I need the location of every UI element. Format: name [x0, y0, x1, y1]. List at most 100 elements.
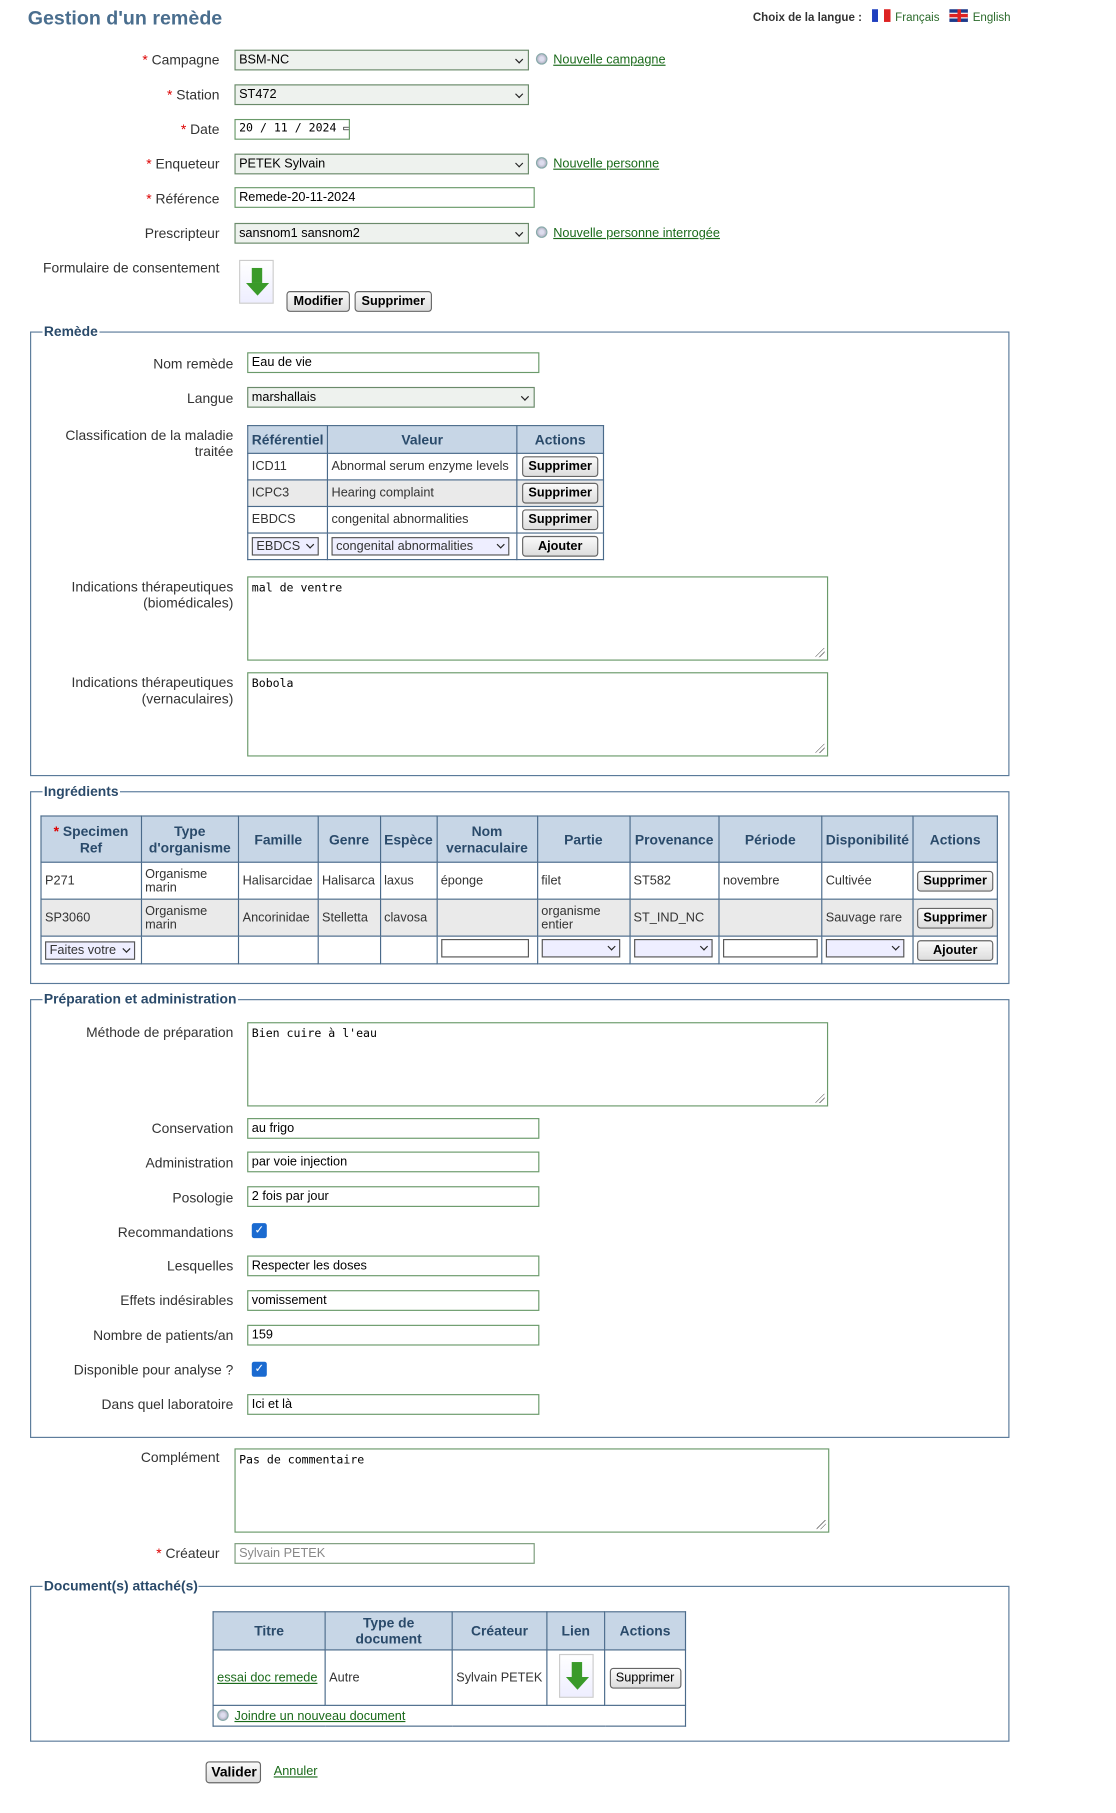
administration-input[interactable]: par voie injection	[247, 1151, 540, 1173]
english-flag-icon[interactable]	[949, 9, 969, 22]
new-personne-link[interactable]: Nouvelle personne	[535, 157, 659, 171]
page-title: Gestion d'un remède	[27, 6, 223, 29]
ingredients-table: * Specimen Ref Type d'organisme Famille …	[40, 815, 998, 965]
referentiel-select[interactable]: EBDCS	[251, 537, 319, 556]
administration-label: Administration	[145, 1155, 234, 1172]
patients-input[interactable]: 159	[247, 1324, 540, 1346]
col-valeur: Valeur	[326, 425, 518, 454]
langue-label: Langue	[187, 390, 234, 407]
reference-label: * Référence	[146, 190, 220, 207]
conservation-input[interactable]: au frigo	[247, 1118, 540, 1139]
col-actions: Actions	[604, 1611, 687, 1651]
enqueteur-select[interactable]: PETEK Sylvain	[234, 153, 529, 175]
laboratoire-input[interactable]: Ici et là	[247, 1394, 540, 1415]
annuler-link[interactable]: Annuler	[274, 1765, 318, 1779]
ind-vern-textarea[interactable]: Bobola	[247, 672, 829, 757]
posologie-label: Posologie	[172, 1189, 234, 1206]
effets-input[interactable]: vomissement	[247, 1290, 540, 1311]
recommandations-label: Recommandations	[117, 1224, 234, 1241]
add-icon	[535, 226, 548, 238]
supprimer-consentement-button[interactable]: Supprimer	[354, 291, 432, 312]
col-partie: Partie	[536, 815, 631, 863]
document-title-link[interactable]: essai doc remede	[217, 1671, 317, 1685]
col-lien: Lien	[546, 1611, 606, 1651]
reference-input[interactable]: Remede-20-11-2024	[234, 187, 535, 208]
lesquelles-input[interactable]: Respecter les doses	[247, 1255, 540, 1277]
supprimer-document-button[interactable]: Supprimer	[609, 1667, 681, 1689]
table-cell: P271	[40, 861, 142, 900]
table-cell: clavosa	[379, 898, 438, 937]
table-cell: SP3060	[40, 898, 142, 937]
supprimer-button[interactable]: Supprimer	[522, 482, 599, 504]
supprimer-button[interactable]: Supprimer	[917, 870, 994, 892]
download-icon[interactable]	[558, 1653, 594, 1698]
join-document-link[interactable]: Joindre un nouveau document	[217, 1708, 405, 1723]
specimen-select[interactable]: Faites votre	[45, 940, 136, 960]
provenance-select[interactable]	[633, 939, 713, 958]
table-cell: Organisme marin	[140, 898, 240, 937]
methode-label: Méthode de préparation	[86, 1024, 234, 1041]
createur-input: Sylvain PETEK	[234, 1543, 535, 1564]
dispo-analyse-checkbox[interactable]: ✓	[251, 1361, 267, 1377]
supprimer-button[interactable]: Supprimer	[522, 509, 599, 531]
download-icon[interactable]	[239, 259, 274, 307]
complement-label: Complément	[140, 1449, 220, 1466]
nom-vernaculaire-input[interactable]	[440, 939, 529, 958]
table-cell: Halisarcidae	[238, 861, 319, 900]
table-cell: éponge	[436, 861, 538, 900]
campagne-select[interactable]: BSM-NC	[234, 49, 529, 71]
date-label: * Date	[180, 121, 220, 138]
col-titre: Titre	[212, 1611, 326, 1651]
posologie-input[interactable]: 2 fois par jour	[247, 1186, 540, 1207]
lang-en-link[interactable]: English	[973, 12, 1011, 25]
table-cell	[718, 898, 823, 937]
nom-remede-input[interactable]: Eau de vie	[247, 352, 540, 374]
prescripteur-select[interactable]: sansnom1 sansnom2	[234, 222, 529, 244]
effets-label: Effets indésirables	[120, 1292, 234, 1309]
ind-bio-textarea[interactable]: mal de ventre	[247, 576, 829, 661]
complement-textarea[interactable]: Pas de commentaire	[234, 1448, 830, 1533]
french-flag-icon[interactable]	[872, 9, 891, 22]
classification-table: Référentiel Valeur Actions ICD11 Abnormal s…	[247, 425, 605, 561]
campagne-label: * Campagne	[142, 51, 220, 69]
conservation-label: Conservation	[151, 1120, 234, 1137]
station-select[interactable]: ST472	[234, 84, 529, 106]
methode-textarea[interactable]: Bien cuire à l'eau	[247, 1022, 829, 1107]
supprimer-button[interactable]: Supprimer	[522, 456, 599, 478]
table-row: essai doc remede Autre Sylvain PETEK Sup…	[212, 1649, 687, 1706]
add-icon	[535, 53, 548, 65]
disponibilite-select[interactable]	[825, 939, 905, 958]
language-label: Choix de la langue :	[752, 11, 862, 25]
col-periode: Période	[718, 815, 823, 863]
col-actions: Actions	[912, 815, 998, 863]
valider-button[interactable]: Valider	[205, 1761, 262, 1784]
col-provenance: Provenance	[628, 815, 720, 863]
dispo-analyse-label: Disponible pour analyse ?	[73, 1361, 234, 1378]
documents-legend: Document(s) attaché(s)	[43, 1577, 198, 1594]
recommandations-checkbox[interactable]: ✓	[251, 1223, 267, 1239]
ajouter-classification-button[interactable]: Ajouter	[522, 535, 599, 557]
periode-input[interactable]	[722, 939, 818, 958]
date-input[interactable]: 20 / 11 / 2024 ▭	[234, 118, 350, 140]
table-cell: ST582	[628, 861, 720, 900]
partie-select[interactable]	[541, 939, 620, 958]
table-row: P271 Organisme marin Halisarcidae Halisarca…	[40, 861, 998, 900]
col-genre: Genre	[317, 815, 381, 863]
table-cell: congenital abnormalities	[326, 505, 518, 534]
ajouter-ingredient-button[interactable]: Ajouter	[917, 939, 994, 961]
table-cell: Stelletta	[317, 898, 381, 937]
table-cell	[436, 898, 538, 937]
lang-fr-link[interactable]: Français	[895, 12, 939, 25]
langue-select[interactable]: marshallais	[247, 386, 535, 408]
table-cell: Cultivée	[821, 861, 914, 900]
table-cell: Autre	[324, 1649, 453, 1706]
add-icon	[217, 1708, 229, 1721]
supprimer-button[interactable]: Supprimer	[917, 907, 994, 929]
col-nom-vernaculaire: Nom vernaculaire	[436, 815, 538, 863]
calendar-icon[interactable]: ▭	[343, 122, 348, 135]
col-famille: Famille	[238, 815, 319, 863]
valeur-select[interactable]: congenital abnormalities	[331, 537, 510, 556]
new-personne-interrogee-link[interactable]: Nouvelle personne interrogée	[535, 226, 720, 240]
modifier-button[interactable]: Modifier	[286, 291, 350, 312]
new-campagne-link[interactable]: Nouvelle campagne	[535, 53, 666, 67]
